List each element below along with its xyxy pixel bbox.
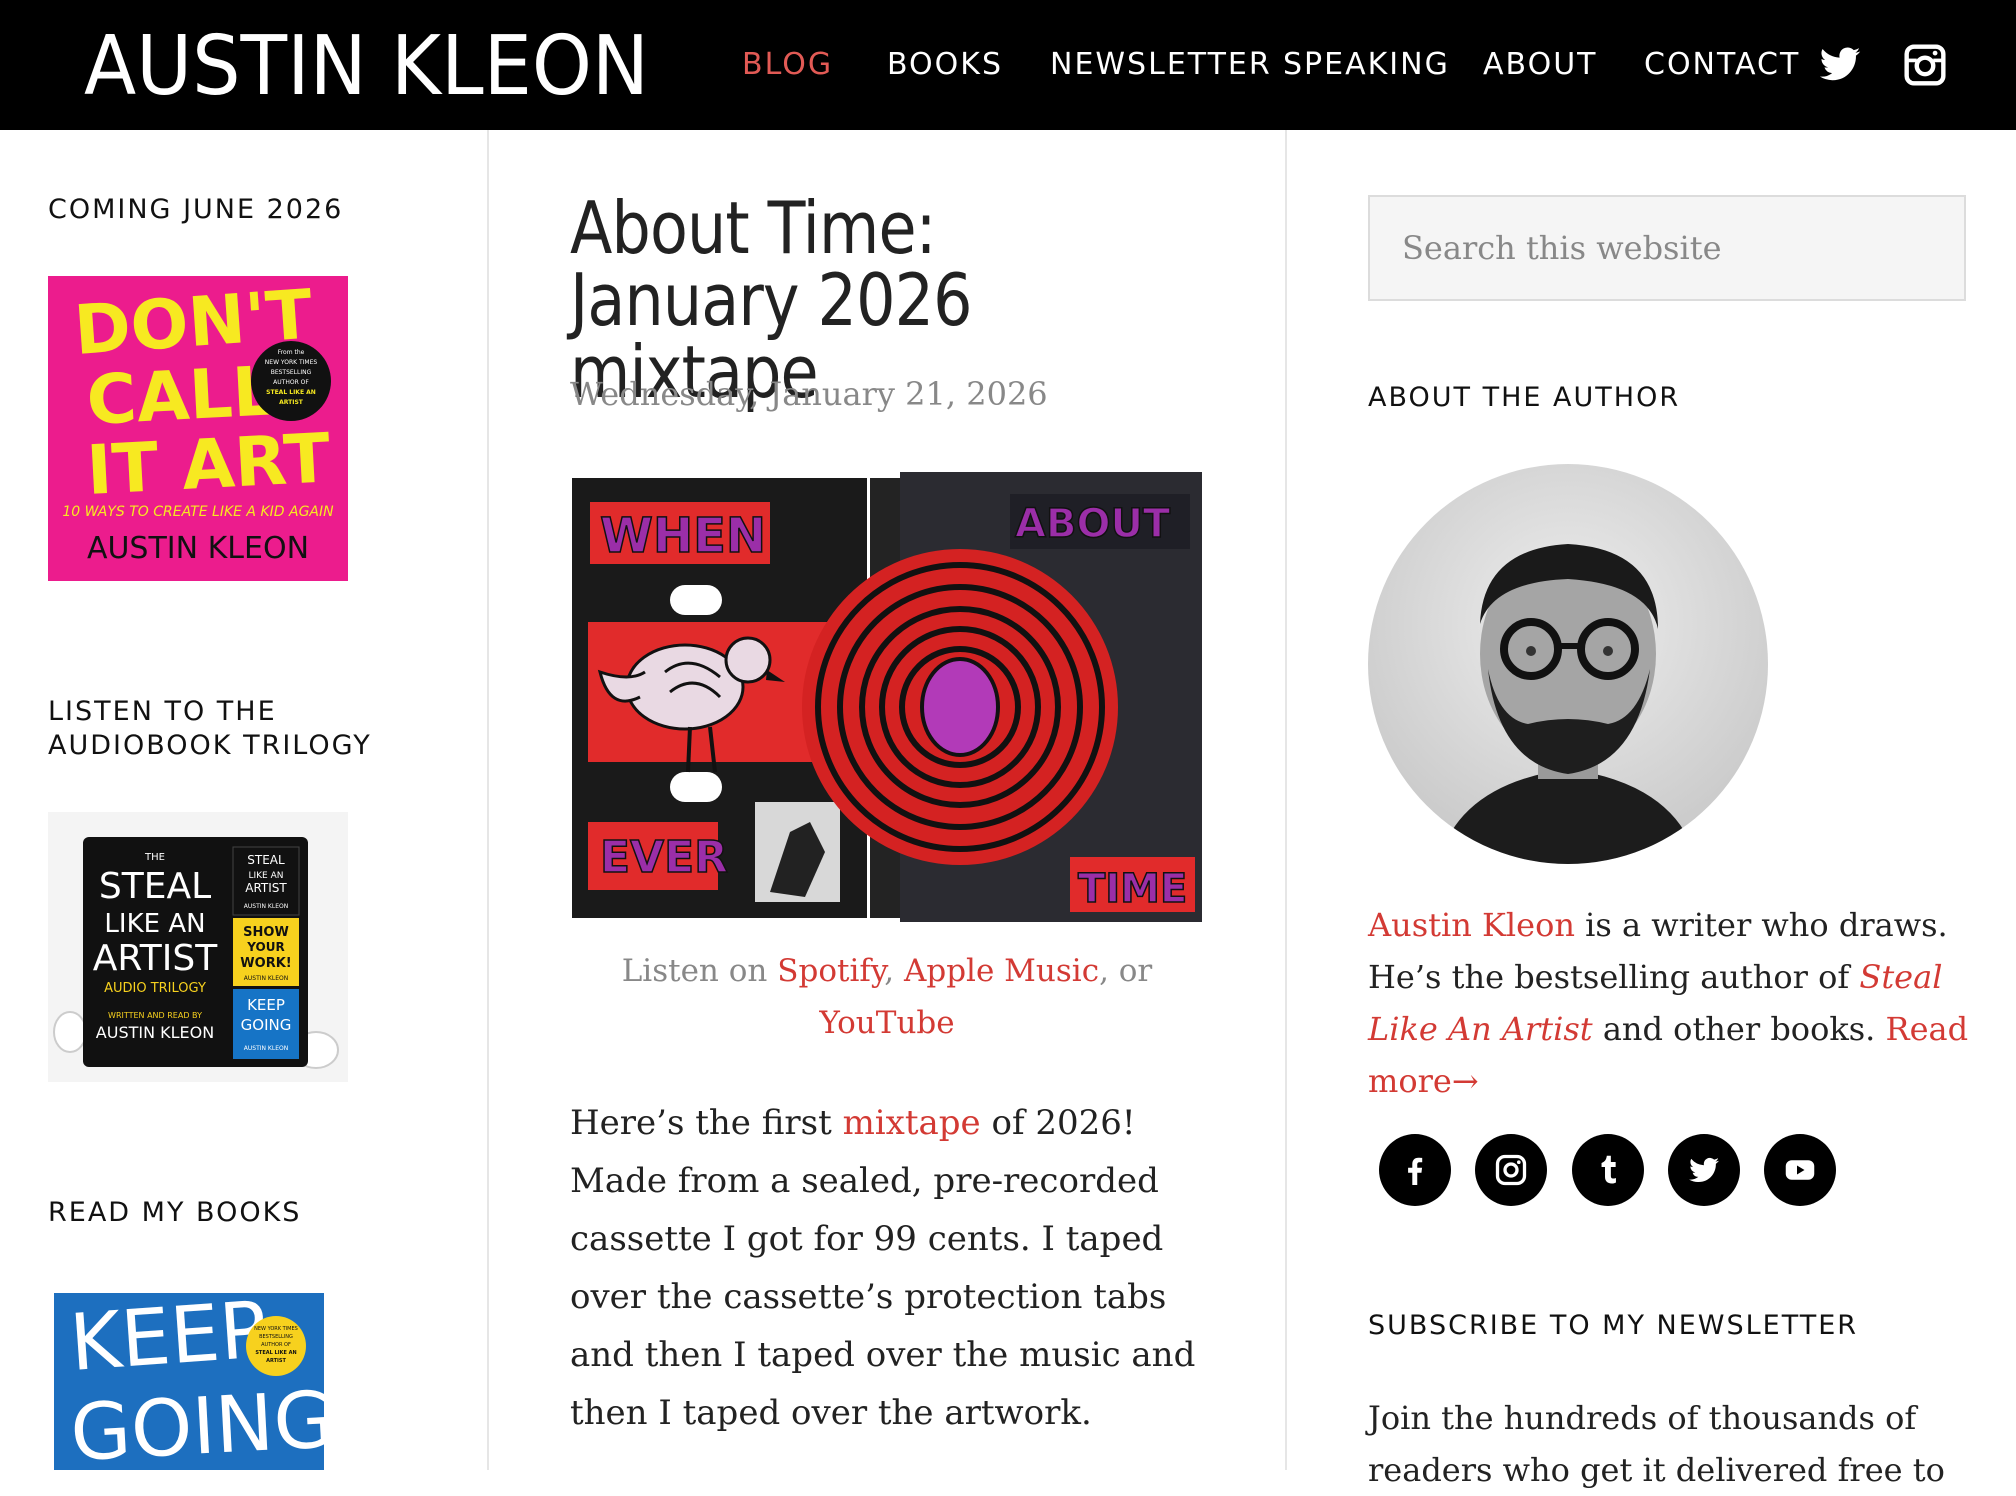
newsletter-text: Join the hundreds of thousands of reader…: [1368, 1399, 1945, 1489]
or-separator: , or: [1099, 953, 1153, 989]
author-bio: Austin Kleon is a writer who draws. He’s…: [1368, 899, 1978, 1107]
nav-books[interactable]: BOOKS: [887, 0, 1003, 130]
svg-text:AUTHOR OF: AUTHOR OF: [261, 1342, 291, 1348]
svg-text:From the: From the: [278, 349, 305, 356]
svg-text:NEW YORK TIMES: NEW YORK TIMES: [254, 1326, 298, 1332]
svg-text:STEAL: STEAL: [99, 866, 211, 907]
nav-blog[interactable]: BLOG: [742, 0, 833, 130]
svg-text:AUTHOR OF: AUTHOR OF: [273, 379, 309, 386]
svg-text:10 WAYS TO CREATE LIKE A KID A: 10 WAYS TO CREATE LIKE A KID AGAIN: [62, 504, 334, 520]
nav-newsletter[interactable]: NEWSLETTER: [1050, 0, 1272, 130]
post-body: Here’s the first mixtape of 2026! Made f…: [570, 1094, 1210, 1442]
svg-text:KEEP: KEEP: [247, 996, 285, 1014]
post-body-text-1: Here’s the first: [570, 1103, 832, 1143]
facebook-icon[interactable]: [1379, 1134, 1451, 1206]
svg-text:AUSTIN KLEON: AUSTIN KLEON: [244, 1045, 288, 1052]
coming-soon-title: COMING JUNE 2026: [48, 194, 344, 225]
nav-speaking[interactable]: SPEAKING: [1283, 0, 1450, 130]
listen-links: Listen on Spotify, Apple Music, or YouTu…: [570, 945, 1204, 1049]
spotify-link[interactable]: Spotify: [777, 953, 884, 989]
audiobook-trilogy-image[interactable]: THE STEAL LIKE AN ARTIST AUDIO TRILOGY W…: [48, 812, 348, 1082]
listen-prefix: Listen on: [621, 953, 768, 989]
apple-music-link[interactable]: Apple Music: [904, 953, 1099, 989]
column-divider-right: [1285, 130, 1287, 1470]
post-body-text-2: of 2026! Made from a sealed, pre-recorde…: [570, 1103, 1196, 1433]
svg-text:AUSTIN KLEON: AUSTIN KLEON: [244, 903, 288, 910]
twitter-icon[interactable]: [1818, 43, 1862, 87]
youtube-link[interactable]: YouTube: [819, 1005, 954, 1041]
svg-text:STEAL: STEAL: [247, 853, 285, 867]
book-cover-keep-going[interactable]: KEEP GOING NEW YORK TIMES BESTSELLING AU…: [54, 1288, 324, 1470]
svg-text:STEAL LIKE AN: STEAL LIKE AN: [266, 389, 316, 396]
mixtape-cover-image: WHEN EVER ABOUT TIME: [570, 472, 1204, 922]
svg-text:NEW YORK TIMES: NEW YORK TIMES: [265, 359, 318, 366]
svg-text:TIME: TIME: [1078, 866, 1187, 912]
svg-text:THE: THE: [144, 852, 165, 863]
svg-text:YOUR: YOUR: [246, 940, 284, 954]
tumblr-icon[interactable]: [1572, 1134, 1644, 1206]
svg-text:ARTIST: ARTIST: [245, 881, 287, 895]
svg-text:IT ART: IT ART: [85, 419, 333, 511]
svg-text:GOING: GOING: [241, 1016, 292, 1034]
site-header: AUSTIN KLEON BLOG BOOKS NEWSLETTER SPEAK…: [0, 0, 2016, 130]
comma-separator: ,: [884, 953, 895, 989]
search-input[interactable]: [1368, 195, 1966, 301]
svg-text:LIKE AN: LIKE AN: [248, 871, 283, 881]
svg-text:ARTIST: ARTIST: [279, 399, 304, 406]
svg-text:AUSTIN KLEON: AUSTIN KLEON: [87, 531, 309, 566]
read-books-title: READ MY BOOKS: [48, 1197, 302, 1228]
svg-text:BESTSELLING: BESTSELLING: [259, 1334, 293, 1340]
svg-text:EVER: EVER: [600, 832, 728, 883]
svg-text:GOING: GOING: [68, 1375, 324, 1470]
book-cover-dont-call-it-art[interactable]: DON'T CALL IT ART From the NEW YORK TIME…: [48, 276, 348, 581]
author-photo: [1368, 464, 1768, 864]
logo-wordmark: AUSTIN KLEON: [84, 19, 649, 111]
bio-text-2: and other books.: [1592, 1010, 1886, 1048]
youtube-icon[interactable]: [1764, 1134, 1836, 1206]
svg-text:AUSTIN KLEON: AUSTIN KLEON: [96, 1023, 214, 1042]
column-divider-left: [487, 130, 489, 1470]
about-author-title: ABOUT THE AUTHOR: [1368, 382, 1681, 413]
svg-text:ABOUT: ABOUT: [1015, 501, 1171, 547]
instagram-icon[interactable]: [1475, 1134, 1547, 1206]
site-logo[interactable]: AUSTIN KLEON: [82, 16, 652, 111]
svg-text:ARTIST: ARTIST: [266, 1358, 286, 1364]
svg-text:LIKE AN: LIKE AN: [104, 909, 205, 939]
mixtape-link[interactable]: mixtape: [843, 1103, 981, 1143]
svg-text:AUSTIN KLEON: AUSTIN KLEON: [84, 19, 649, 111]
svg-text:SHOW: SHOW: [243, 925, 289, 940]
svg-text:BESTSELLING: BESTSELLING: [271, 369, 312, 376]
svg-text:WRITTEN AND READ BY: WRITTEN AND READ BY: [108, 1011, 202, 1020]
nav-about[interactable]: ABOUT: [1483, 0, 1597, 130]
svg-text:ARTIST: ARTIST: [93, 938, 218, 979]
audiobook-title-line2: AUDIOBOOK TRILOGY: [48, 730, 372, 761]
author-name-link[interactable]: Austin Kleon: [1368, 906, 1575, 944]
instagram-icon[interactable]: [1903, 43, 1947, 87]
svg-text:WORK!: WORK!: [240, 956, 291, 971]
svg-text:AUSTIN KLEON: AUSTIN KLEON: [244, 975, 288, 982]
audiobook-title-line1: LISTEN TO THE: [48, 696, 277, 727]
svg-text:STEAL LIKE AN: STEAL LIKE AN: [255, 1350, 296, 1356]
twitter-icon[interactable]: [1668, 1134, 1740, 1206]
svg-text:WHEN: WHEN: [600, 508, 766, 564]
svg-text:KEEP: KEEP: [67, 1288, 270, 1389]
newsletter-title: SUBSCRIBE TO MY NEWSLETTER: [1368, 1310, 1859, 1341]
nav-contact[interactable]: CONTACT: [1644, 0, 1800, 130]
audiobook-title: LISTEN TO THE AUDIOBOOK TRILOGY: [48, 695, 372, 763]
svg-text:AUDIO TRILOGY: AUDIO TRILOGY: [104, 981, 206, 996]
post-date: Wednesday, January 21, 2026: [570, 375, 1048, 413]
